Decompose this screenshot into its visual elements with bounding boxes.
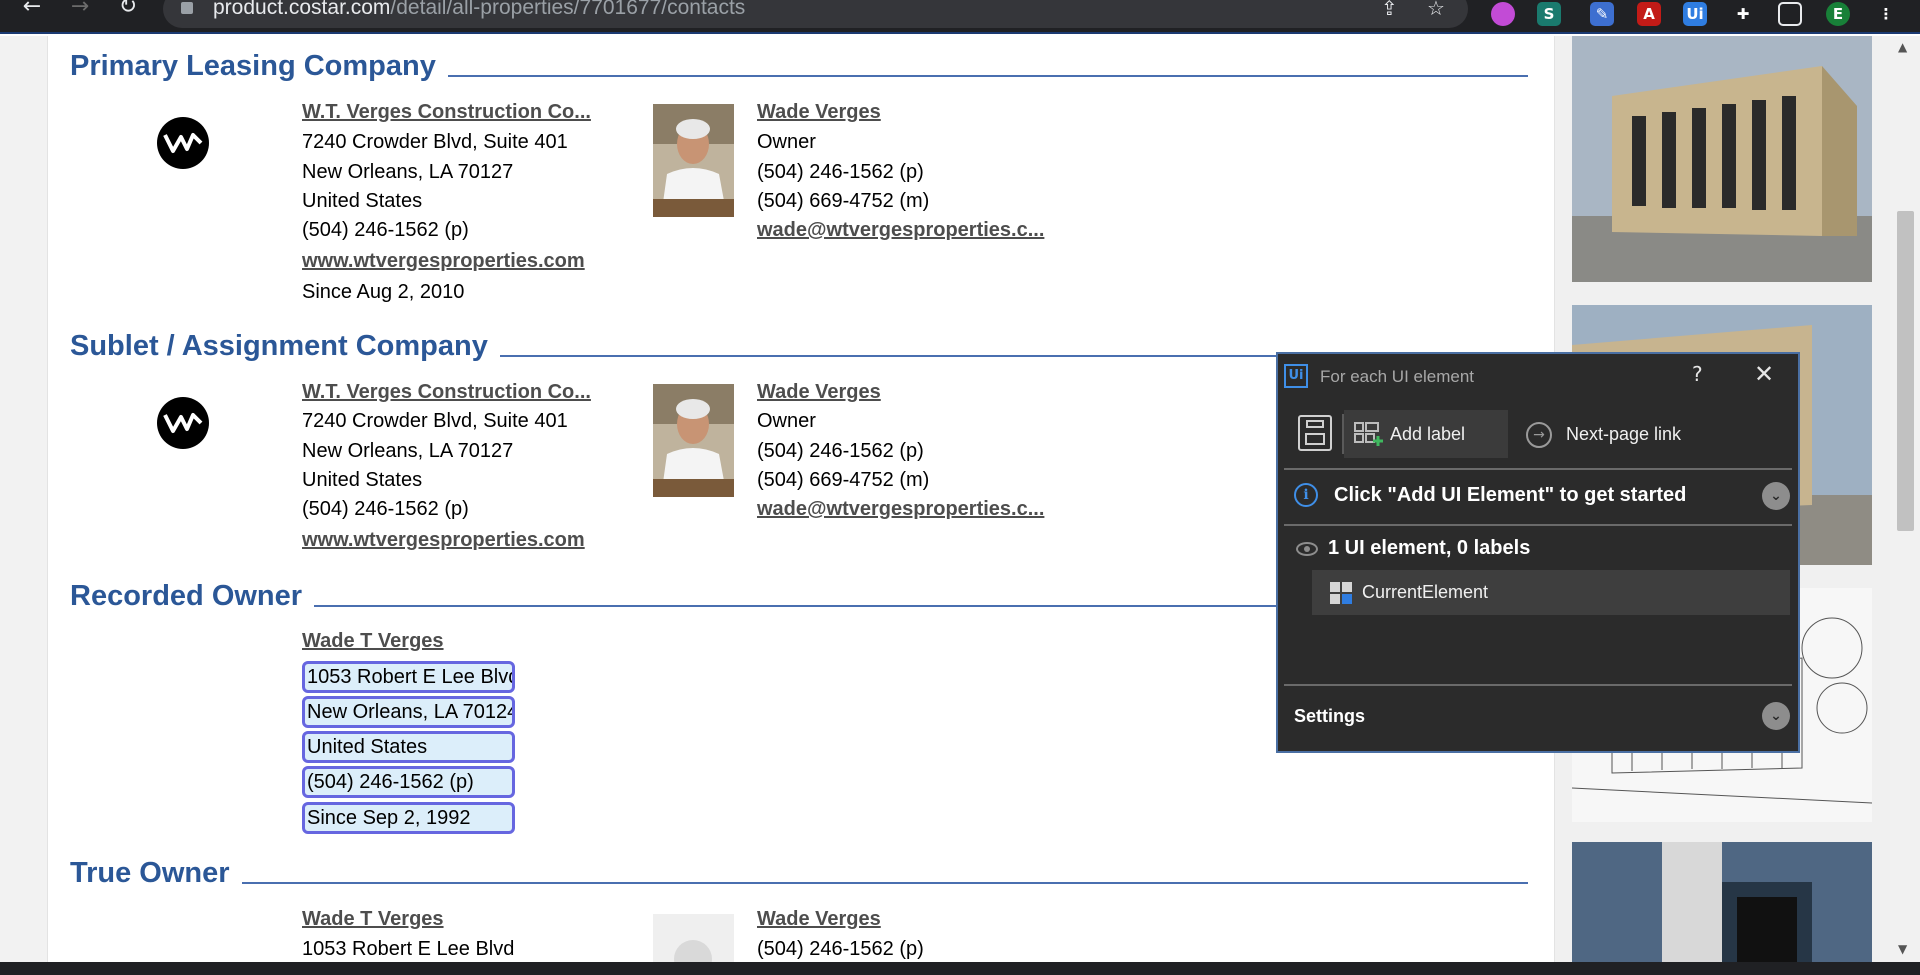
add-label-button[interactable]: Add label [1344, 410, 1508, 458]
browser-toolbar: ← → ↻ product.costar.com/detail/all-prop… [0, 0, 1920, 34]
settings-label[interactable]: Settings [1294, 706, 1365, 727]
ui-element-row[interactable]: CurrentElement [1312, 570, 1790, 615]
save-icon[interactable] [1298, 415, 1332, 451]
owner-country-highlight[interactable]: United States [302, 731, 515, 763]
true-owner-address: 1053 Robert E Lee Blvd [302, 938, 515, 960]
close-icon[interactable]: ✕ [1754, 360, 1774, 388]
contact-photo-placeholder [653, 914, 734, 962]
contact-name-link[interactable]: Wade Verges [757, 381, 881, 404]
back-icon[interactable]: ← [17, 0, 47, 34]
company-phone: (504) 246-1562 (p) [302, 219, 469, 241]
next-page-link-button[interactable]: Next-page link [1566, 424, 1681, 445]
panel-divider [1284, 684, 1792, 686]
chevron-down-icon[interactable]: ⌄ [1762, 482, 1790, 510]
extensions-puzzle-icon[interactable]: ✚ [1731, 2, 1755, 26]
property-photo[interactable] [1572, 36, 1872, 282]
company-city: New Orleans, LA 70127 [302, 161, 514, 183]
company-city: New Orleans, LA 70127 [302, 440, 514, 462]
page-scrollbar[interactable]: ▲ ▼ [1890, 36, 1920, 962]
edit-extension-icon[interactable]: ✎ [1590, 2, 1614, 26]
element-grid-icon [1330, 582, 1352, 604]
panel-toolbar: Add label → Next-page link [1278, 410, 1798, 458]
contact-photo[interactable] [653, 104, 734, 217]
owner-city-highlight[interactable]: New Orleans, LA 70124 [302, 696, 515, 728]
section-divider [440, 75, 1528, 77]
chevron-down-icon[interactable]: ⌄ [1762, 702, 1790, 730]
info-icon: i [1294, 483, 1318, 507]
url-host: product.costar.com [213, 0, 391, 19]
element-count: 1 UI element, 0 labels [1328, 537, 1531, 559]
s-extension-icon[interactable]: S [1537, 2, 1561, 26]
contact-phone: (504) 246-1562 (p) [757, 440, 924, 462]
company-logo-icon [157, 397, 209, 449]
owner-address-highlight[interactable]: 1053 Robert E Lee Blvd [302, 661, 515, 693]
add-label-text: Add label [1390, 424, 1466, 444]
contact-photo[interactable] [653, 384, 734, 497]
contact-phone: (504) 246-1562 (p) [757, 161, 924, 183]
company-website-link[interactable]: www.wtvergesproperties.com [302, 529, 585, 552]
pdf-extension-icon[interactable]: A [1637, 2, 1661, 26]
panel-header: Ui For each UI element ? ✕ [1278, 354, 1798, 398]
panel-divider [1284, 524, 1792, 526]
next-page-link-icon[interactable]: → [1526, 422, 1552, 448]
contact-email-link[interactable]: wade@wtvergesproperties.c... [757, 498, 1044, 521]
company-logo-icon [157, 117, 209, 169]
owner-phone-highlight[interactable]: (504) 246-1562 (p) [302, 766, 515, 798]
ui-element-name: CurrentElement [1362, 582, 1489, 602]
property-photo[interactable] [1572, 842, 1872, 962]
share-icon[interactable]: ⇪ [1381, 0, 1398, 20]
company-country: United States [302, 190, 423, 212]
address-bar-url[interactable]: product.costar.com/detail/all-properties… [213, 0, 745, 20]
bookmark-star-icon[interactable]: ☆ [1427, 0, 1445, 20]
panel-title: For each UI element [1320, 367, 1475, 386]
contact-mobile: (504) 669-4752 (m) [757, 190, 930, 212]
page-viewport: Primary Leasing Company W.T. Verges Cons… [0, 36, 1920, 962]
help-icon[interactable]: ? [1692, 362, 1703, 386]
reload-icon[interactable]: ↻ [113, 0, 143, 34]
section-title-sublet: Sublet / Assignment Company [70, 330, 500, 363]
owner-since-highlight[interactable]: Since Sep 2, 1992 [302, 802, 515, 834]
company-website-link[interactable]: www.wtvergesproperties.com [302, 250, 585, 273]
section-divider [237, 882, 1528, 884]
true-owner-contact-link[interactable]: Wade Verges [757, 908, 881, 931]
taskbar [0, 962, 1920, 975]
section-title-true-owner: True Owner [70, 857, 242, 890]
lock-icon [181, 2, 193, 14]
eye-icon[interactable] [1296, 542, 1318, 556]
address-bar[interactable]: product.costar.com/detail/all-properties… [163, 0, 1468, 28]
color-picker-extension-icon[interactable] [1491, 2, 1515, 26]
side-panel-icon[interactable] [1778, 2, 1802, 26]
contact-name-link[interactable]: Wade Verges [757, 101, 881, 124]
company-since: Since Aug 2, 2010 [302, 281, 465, 303]
scroll-up-icon[interactable]: ▲ [1898, 40, 1907, 54]
company-address: 7240 Crowder Blvd, Suite 401 [302, 410, 568, 432]
forward-icon[interactable]: → [65, 0, 95, 34]
contact-email-link[interactable]: wade@wtvergesproperties.c... [757, 219, 1044, 242]
profile-avatar[interactable]: E [1826, 2, 1850, 26]
company-name-link[interactable]: W.T. Verges Construction Co... [302, 381, 591, 404]
company-address: 7240 Crowder Blvd, Suite 401 [302, 131, 568, 153]
uipath-logo-icon: Ui [1284, 364, 1308, 388]
scroll-down-icon[interactable]: ▼ [1898, 942, 1907, 956]
scrollbar-thumb[interactable] [1897, 211, 1914, 531]
url-path: /detail/all-properties/7701677/contacts [390, 0, 746, 19]
left-gutter [0, 36, 47, 962]
true-owner-name-link[interactable]: Wade T Verges [302, 908, 444, 931]
true-owner-contact-phone: (504) 246-1562 (p) [757, 938, 924, 960]
for-each-ui-element-panel: Ui For each UI element ? ✕ Add label → N… [1276, 352, 1800, 753]
uipath-extension-icon[interactable]: Ui [1683, 2, 1707, 26]
add-label-icon [1354, 422, 1384, 448]
contact-role: Owner [757, 131, 816, 153]
panel-divider [1284, 468, 1792, 470]
section-title-recorded-owner: Recorded Owner [70, 580, 315, 613]
owner-name-link[interactable]: Wade T Verges [302, 630, 444, 653]
section-title-primary-leasing: Primary Leasing Company [70, 50, 448, 83]
contact-mobile: (504) 669-4752 (m) [757, 469, 930, 491]
company-phone: (504) 246-1562 (p) [302, 498, 469, 520]
browser-menu-icon[interactable]: ⋮ [1874, 2, 1898, 26]
company-country: United States [302, 469, 423, 491]
contact-role: Owner [757, 410, 816, 432]
company-name-link[interactable]: W.T. Verges Construction Co... [302, 101, 591, 124]
info-message: Click "Add UI Element" to get started [1334, 484, 1687, 506]
